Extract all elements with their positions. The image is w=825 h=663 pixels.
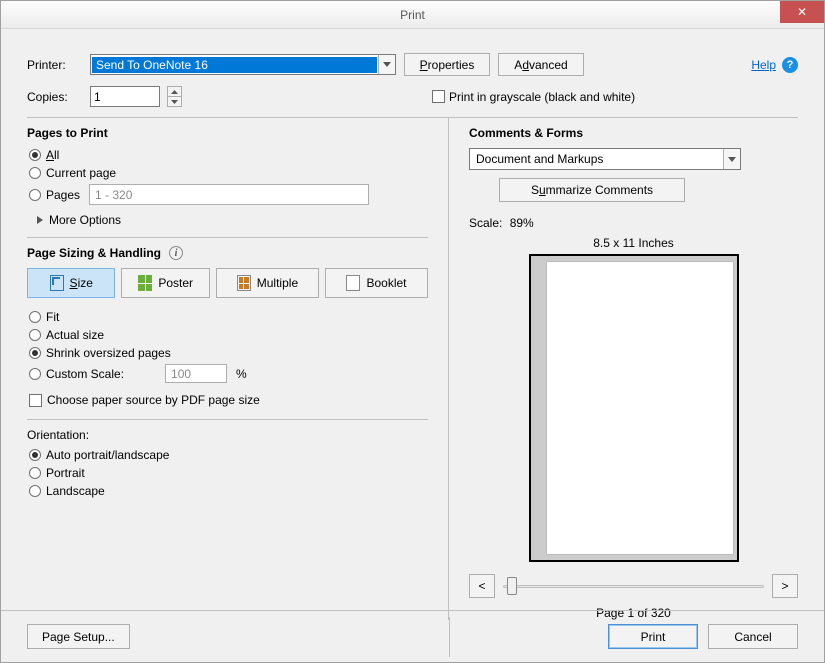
print-dialog: Print ✕ Printer: Send To OneNote 16 Prop… bbox=[0, 0, 825, 663]
orientation-title: Orientation: bbox=[27, 428, 428, 442]
info-icon[interactable]: i bbox=[169, 246, 183, 260]
radio-all-label: All bbox=[46, 148, 59, 162]
radio-actual[interactable] bbox=[29, 329, 41, 341]
help-icon[interactable]: ? bbox=[782, 57, 798, 73]
radio-current-label: Current page bbox=[46, 166, 116, 180]
print-button[interactable]: Print bbox=[608, 624, 698, 649]
cancel-button[interactable]: Cancel bbox=[708, 624, 798, 649]
custom-scale-input[interactable] bbox=[165, 364, 227, 383]
chevron-down-icon bbox=[378, 55, 395, 74]
chevron-down-icon bbox=[723, 149, 740, 169]
printer-value: Send To OneNote 16 bbox=[92, 57, 377, 73]
radio-landscape[interactable] bbox=[29, 485, 41, 497]
copies-input[interactable] bbox=[90, 86, 160, 107]
multiple-icon bbox=[237, 275, 251, 291]
properties-button[interactable]: Properties bbox=[404, 53, 490, 76]
poster-icon bbox=[138, 275, 152, 291]
comments-forms-value: Document and Markups bbox=[476, 152, 603, 166]
page-setup-button[interactable]: Page Setup... bbox=[27, 624, 130, 649]
slider-thumb-icon[interactable] bbox=[507, 577, 517, 595]
radio-all[interactable] bbox=[29, 149, 41, 161]
radio-portrait-label: Portrait bbox=[46, 466, 85, 480]
grayscale-label: Print in grayscale (black and white) bbox=[449, 90, 635, 104]
printer-select[interactable]: Send To OneNote 16 bbox=[90, 54, 396, 75]
booklet-mode-button[interactable]: Booklet bbox=[325, 268, 428, 298]
booklet-icon bbox=[346, 275, 360, 291]
poster-mode-button[interactable]: Poster bbox=[121, 268, 209, 298]
radio-fit[interactable] bbox=[29, 311, 41, 323]
radio-portrait[interactable] bbox=[29, 467, 41, 479]
copies-stepper[interactable] bbox=[167, 86, 182, 107]
copies-label: Copies: bbox=[27, 90, 82, 104]
page-preview bbox=[529, 254, 739, 562]
help-link[interactable]: Help bbox=[751, 58, 776, 72]
radio-auto-orient[interactable] bbox=[29, 449, 41, 461]
more-options-label: More Options bbox=[49, 213, 121, 227]
size-icon bbox=[50, 275, 64, 291]
triangle-right-icon bbox=[37, 216, 43, 224]
radio-custom-scale[interactable] bbox=[29, 368, 41, 380]
preview-page bbox=[547, 262, 733, 554]
prev-page-button[interactable]: < bbox=[469, 574, 495, 598]
scale-value: 89% bbox=[510, 216, 534, 230]
pages-to-print-title: Pages to Print bbox=[27, 126, 428, 140]
comments-forms-select[interactable]: Document and Markups bbox=[469, 148, 741, 170]
window-title: Print bbox=[400, 8, 425, 22]
titlebar: Print ✕ bbox=[1, 1, 824, 29]
radio-pages[interactable] bbox=[29, 189, 41, 201]
radio-landscape-label: Landscape bbox=[46, 484, 105, 498]
page-sizing-title: Page Sizing & Handling i bbox=[27, 246, 428, 260]
close-button[interactable]: ✕ bbox=[780, 1, 824, 23]
radio-auto-orient-label: Auto portrait/landscape bbox=[46, 448, 169, 462]
summarize-comments-button[interactable]: Summarize Comments bbox=[499, 178, 685, 202]
radio-fit-label: Fit bbox=[46, 310, 59, 324]
advanced-button[interactable]: Advanced bbox=[498, 53, 584, 76]
close-icon: ✕ bbox=[797, 5, 807, 19]
comments-forms-title: Comments & Forms bbox=[469, 126, 798, 140]
choose-paper-label: Choose paper source by PDF page size bbox=[47, 393, 260, 407]
page-slider[interactable] bbox=[503, 574, 764, 598]
multiple-mode-button[interactable]: Multiple bbox=[216, 268, 319, 298]
radio-current[interactable] bbox=[29, 167, 41, 179]
choose-paper-checkbox[interactable] bbox=[29, 394, 42, 407]
next-page-button[interactable]: > bbox=[772, 574, 798, 598]
page-dimensions: 8.5 x 11 Inches bbox=[469, 236, 798, 250]
radio-shrink[interactable] bbox=[29, 347, 41, 359]
radio-pages-label: Pages bbox=[46, 188, 80, 202]
scale-label: Scale: bbox=[469, 216, 502, 230]
spin-down-icon[interactable] bbox=[167, 97, 182, 107]
grayscale-checkbox[interactable] bbox=[432, 90, 445, 103]
percent-label: % bbox=[236, 367, 247, 381]
radio-shrink-label: Shrink oversized pages bbox=[46, 346, 171, 360]
printer-label: Printer: bbox=[27, 58, 82, 72]
radio-custom-scale-label: Custom Scale: bbox=[46, 367, 124, 381]
size-mode-button[interactable]: Size bbox=[27, 268, 115, 298]
spin-up-icon[interactable] bbox=[167, 86, 182, 97]
radio-actual-label: Actual size bbox=[46, 328, 104, 342]
pages-range-input[interactable] bbox=[89, 184, 369, 205]
more-options-toggle[interactable]: More Options bbox=[37, 213, 428, 227]
